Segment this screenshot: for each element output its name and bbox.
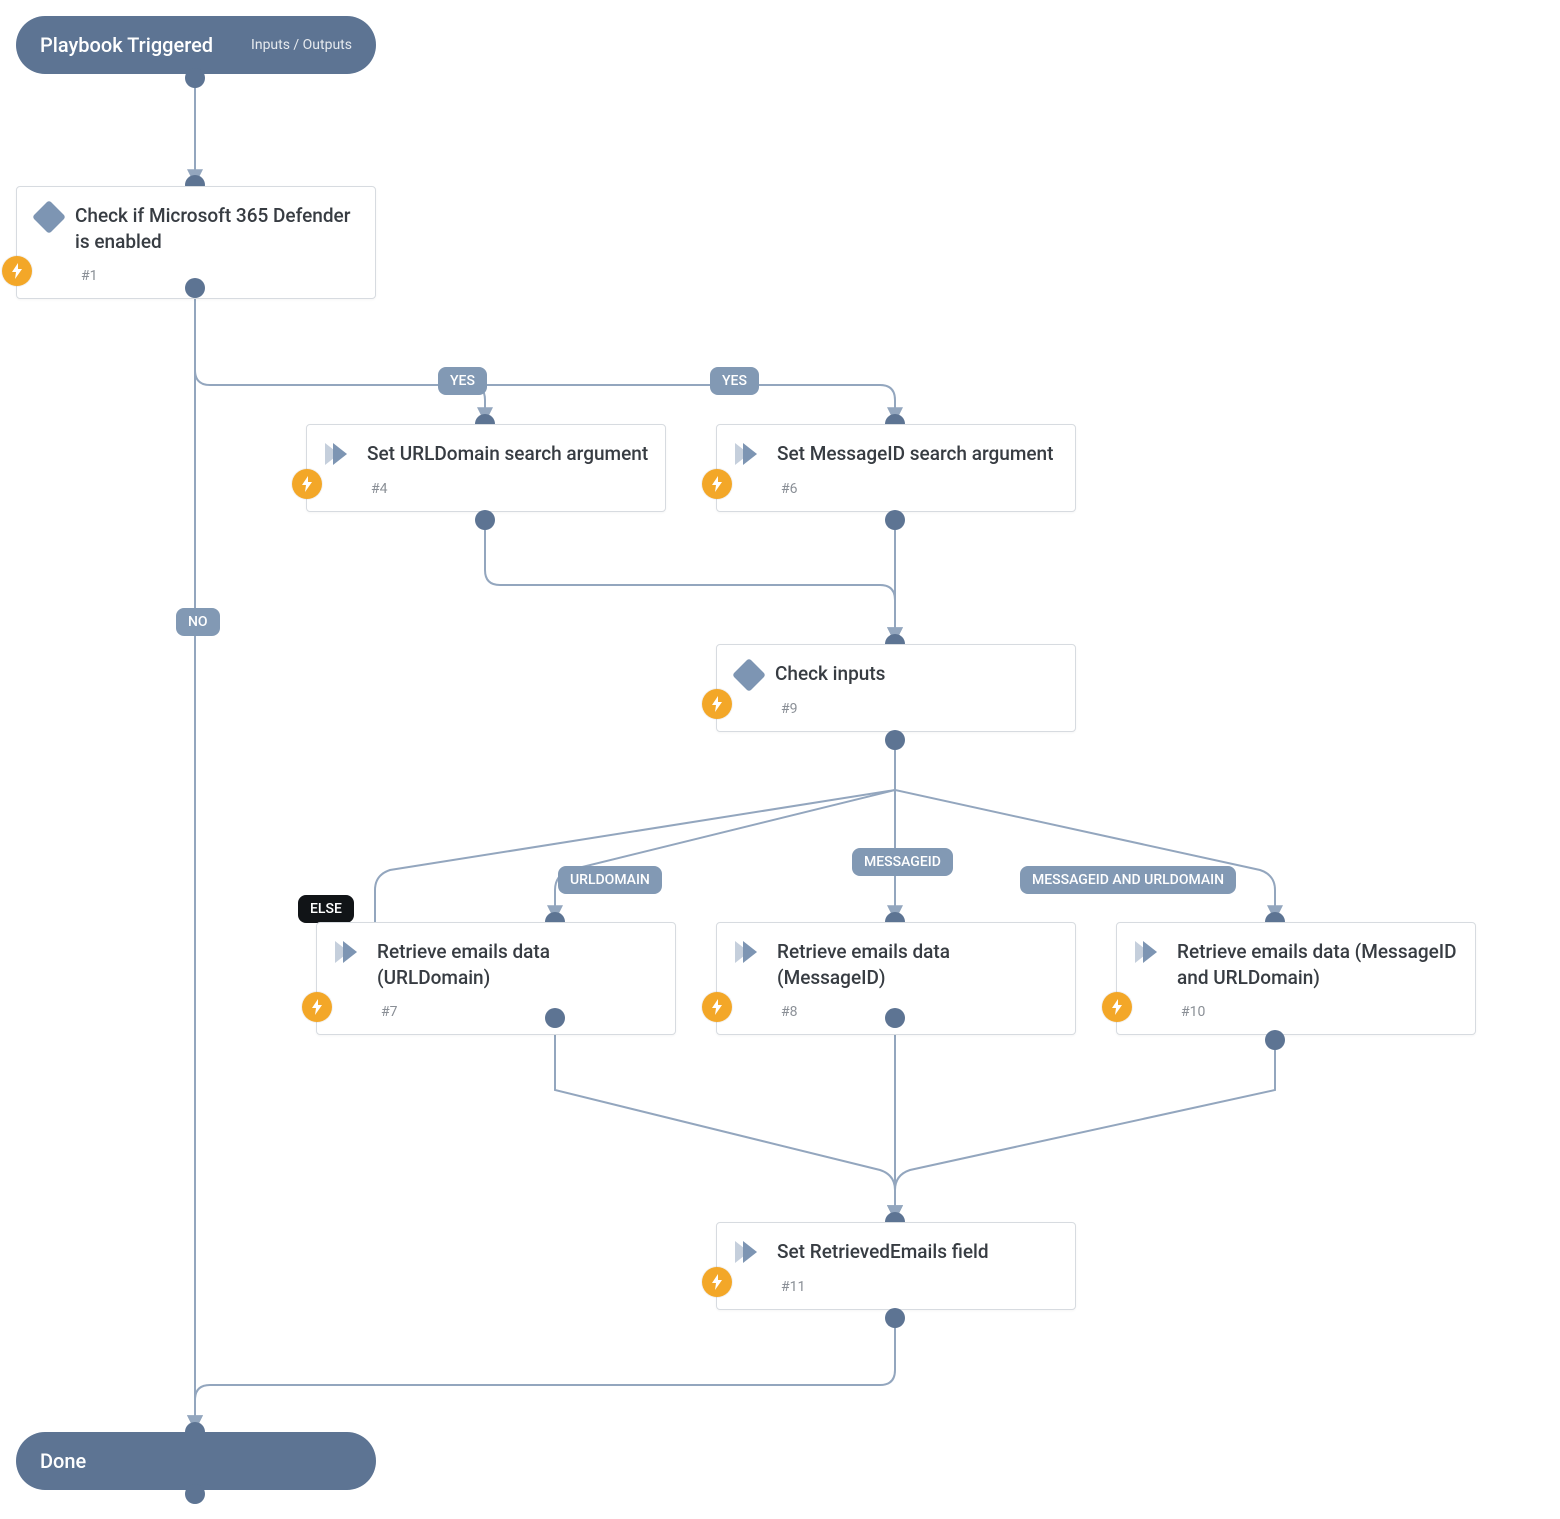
connector-dot <box>475 510 495 530</box>
playbook-end-title: Done <box>40 1449 86 1473</box>
playbook-end[interactable]: Done <box>16 1432 376 1490</box>
chevron-icon <box>1135 941 1163 963</box>
chevron-icon <box>735 1241 763 1263</box>
bolt-icon <box>302 992 332 1022</box>
task-title: Retrieve emails data (URLDomain) <box>377 939 659 990</box>
task-title: Set URLDomain search argument <box>367 441 648 467</box>
branch-label-urldomain: URLDOMAIN <box>558 866 662 894</box>
connector-dot <box>885 510 905 530</box>
diamond-icon <box>732 658 766 692</box>
task-number: #9 <box>781 701 1059 717</box>
task-number: #4 <box>371 481 649 497</box>
branch-label-both: MESSAGEID AND URLDOMAIN <box>1020 866 1236 894</box>
chevron-icon <box>735 941 763 963</box>
task-number: #11 <box>781 1279 1059 1295</box>
branch-label-yes: YES <box>710 367 759 395</box>
connector-dot <box>1265 1030 1285 1050</box>
task-node-11[interactable]: Set RetrievedEmails field #11 <box>716 1222 1076 1310</box>
branch-label-yes: YES <box>438 367 487 395</box>
task-title: Set RetrievedEmails field <box>777 1239 989 1265</box>
bolt-icon <box>2 256 32 286</box>
task-title: Retrieve emails data (MessageID and URLD… <box>1177 939 1459 990</box>
connector-dot <box>185 278 205 298</box>
branch-label-messageid: MESSAGEID <box>852 848 953 876</box>
diamond-icon <box>32 200 66 234</box>
connector-dot <box>185 68 205 88</box>
task-number: #10 <box>1181 1004 1459 1020</box>
branch-label-no: NO <box>176 608 220 636</box>
playbook-start[interactable]: Playbook Triggered Inputs / Outputs <box>16 16 376 74</box>
bolt-icon <box>702 689 732 719</box>
task-node-10[interactable]: Retrieve emails data (MessageID and URLD… <box>1116 922 1476 1035</box>
bolt-icon <box>702 992 732 1022</box>
task-title: Set MessageID search argument <box>777 441 1053 467</box>
task-node-4[interactable]: Set URLDomain search argument #4 <box>306 424 666 512</box>
task-number: #1 <box>81 268 359 284</box>
chevron-icon <box>325 443 353 465</box>
bolt-icon <box>702 469 732 499</box>
connector-dot <box>185 1484 205 1504</box>
connector-dot <box>885 1008 905 1028</box>
connector-dot <box>545 1008 565 1028</box>
playbook-start-title: Playbook Triggered <box>40 33 213 57</box>
bolt-icon <box>292 469 322 499</box>
task-number: #8 <box>781 1004 1059 1020</box>
connector-dot <box>885 730 905 750</box>
connector-dot <box>885 1308 905 1328</box>
branch-label-else: ELSE <box>298 895 354 923</box>
task-number: #6 <box>781 481 1059 497</box>
task-title: Check inputs <box>775 661 885 687</box>
task-title: Retrieve emails data (MessageID) <box>777 939 1059 990</box>
playbook-start-sub: Inputs / Outputs <box>251 37 352 53</box>
task-title: Check if Microsoft 365 Defender is enabl… <box>75 203 359 254</box>
chevron-icon <box>335 941 363 963</box>
bolt-icon <box>702 1267 732 1297</box>
bolt-icon <box>1102 992 1132 1022</box>
task-node-9[interactable]: Check inputs #9 <box>716 644 1076 732</box>
chevron-icon <box>735 443 763 465</box>
task-node-7[interactable]: Retrieve emails data (URLDomain) #7 <box>316 922 676 1035</box>
task-node-6[interactable]: Set MessageID search argument #6 <box>716 424 1076 512</box>
task-number: #7 <box>381 1004 659 1020</box>
